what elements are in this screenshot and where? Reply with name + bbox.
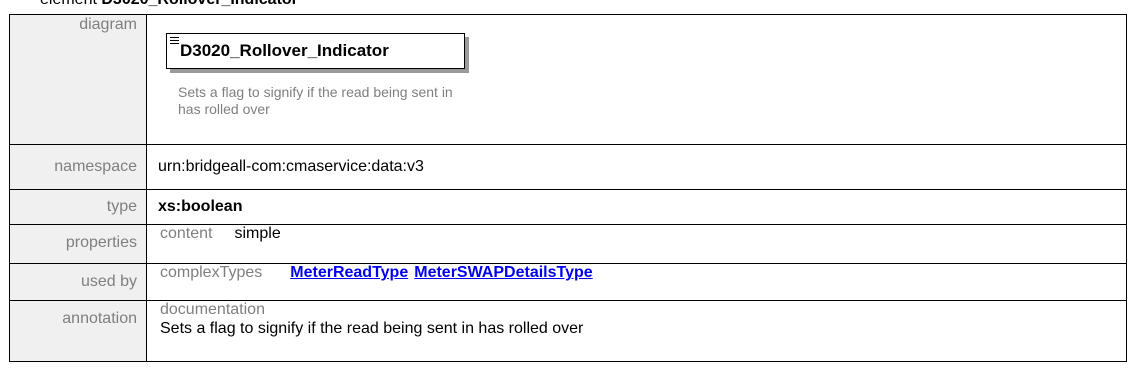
properties-key: content: [160, 225, 213, 242]
used-by-label: used by: [9, 263, 147, 301]
diagram-cell: D3020_Rollover_Indicator Sets a flag to …: [146, 14, 1127, 145]
type-value-text: xs:boolean: [158, 198, 243, 215]
used-by-subtable: complexTypes MeterReadType MeterSWAPDetai…: [147, 264, 599, 300]
heading-element-name: D3020_Rollover_Indicator: [101, 0, 298, 8]
properties-row: properties content simple: [9, 224, 1127, 264]
type-link-meter-swap-details[interactable]: MeterSWAPDetailsType: [414, 264, 592, 281]
element-lines-icon: [170, 37, 179, 45]
element-diagram-box[interactable]: D3020_Rollover_Indicator: [166, 33, 465, 69]
heading-prefix: element: [40, 0, 97, 8]
documentation-text: Sets a flag to signify if the read being…: [160, 320, 584, 337]
annotation-cell: documentation Sets a flag to signify if …: [146, 300, 1127, 362]
used-by-row: used by complexTypes MeterReadType MeterS…: [9, 263, 1127, 301]
diagram-label: diagram: [9, 14, 147, 145]
element-properties-table: diagram D3020_Rollover_Indicator Sets a …: [9, 14, 1127, 362]
type-link-meter-read[interactable]: MeterReadType: [290, 264, 408, 281]
used-by-links: MeterReadType MeterSWAPDetailsType: [290, 264, 598, 300]
diagram-element-name: D3020_Rollover_Indicator: [180, 41, 389, 60]
type-label: type: [9, 189, 147, 225]
namespace-row: namespace urn:bridgeall-com:cmaservice:d…: [9, 144, 1127, 190]
diagram-row: diagram D3020_Rollover_Indicator Sets a …: [9, 14, 1127, 145]
documentation-key: documentation: [160, 301, 265, 318]
properties-value: simple: [234, 225, 281, 242]
used-by-key: complexTypes: [160, 264, 263, 281]
element-heading: element D3020_Rollover_Indicator: [40, 0, 298, 9]
type-value: xs:boolean: [146, 189, 1127, 225]
properties-cell: content simple: [146, 224, 1127, 264]
type-row: type xs:boolean: [9, 189, 1127, 225]
properties-label: properties: [9, 224, 147, 264]
used-by-cell: complexTypes MeterReadType MeterSWAPDetai…: [146, 263, 1127, 301]
schema-doc-page: element D3020_Rollover_Indicator diagram…: [0, 0, 1135, 380]
diagram-description: Sets a flag to signify if the read being…: [178, 84, 453, 117]
namespace-label: namespace: [9, 144, 147, 190]
annotation-label: annotation: [9, 300, 147, 362]
properties-subtable: content simple: [147, 225, 281, 263]
annotation-row: annotation documentation Sets a flag to …: [9, 300, 1127, 362]
namespace-value: urn:bridgeall-com:cmaservice:data:v3: [146, 144, 1127, 190]
